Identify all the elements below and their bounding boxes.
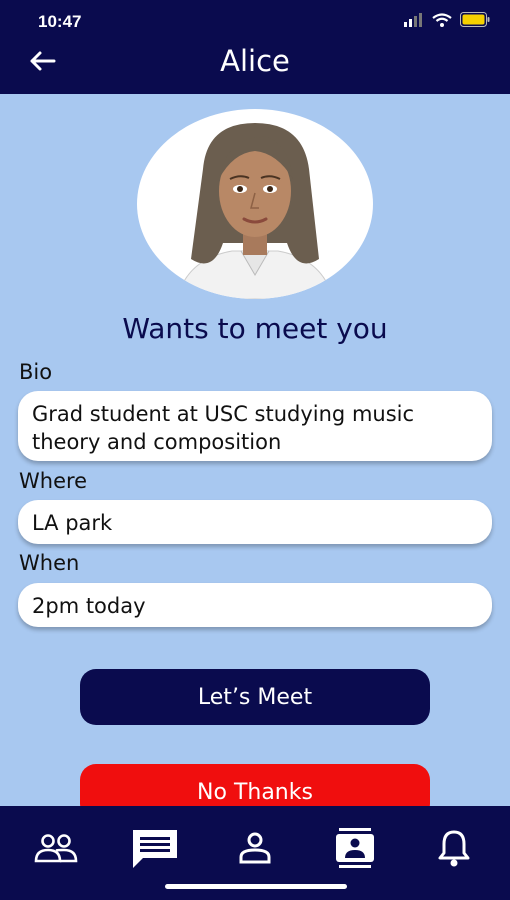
avatar [137,109,373,299]
status-time: 10:47 [38,12,82,31]
bell-icon [438,830,470,867]
battery-icon [460,12,490,27]
person-icon [239,832,271,864]
chat-icon [133,830,177,868]
wifi-icon [432,12,452,27]
signal-icon [404,12,422,27]
tab-people[interactable] [32,826,80,870]
tab-profile[interactable] [231,826,279,870]
page-title: Alice [220,44,290,78]
contacts-icon [336,828,374,868]
where-label: Where [19,469,88,493]
tab-contacts[interactable] [331,826,379,870]
when-label: When [19,551,80,575]
tab-notifications[interactable] [430,826,478,870]
headline: Wants to meet you [122,312,388,345]
people-icon [34,834,78,863]
status-icons [404,12,490,27]
where-field: LA park [18,500,492,544]
home-indicator [165,884,347,889]
bio-label: Bio [19,360,53,384]
tab-chat[interactable] [131,826,179,870]
when-field: 2pm today [18,583,492,627]
lets-meet-button[interactable]: Let’s Meet [80,669,430,725]
app-header: 10:47 Alice [0,0,510,94]
bio-field: Grad student at USC studying music theor… [18,391,492,461]
